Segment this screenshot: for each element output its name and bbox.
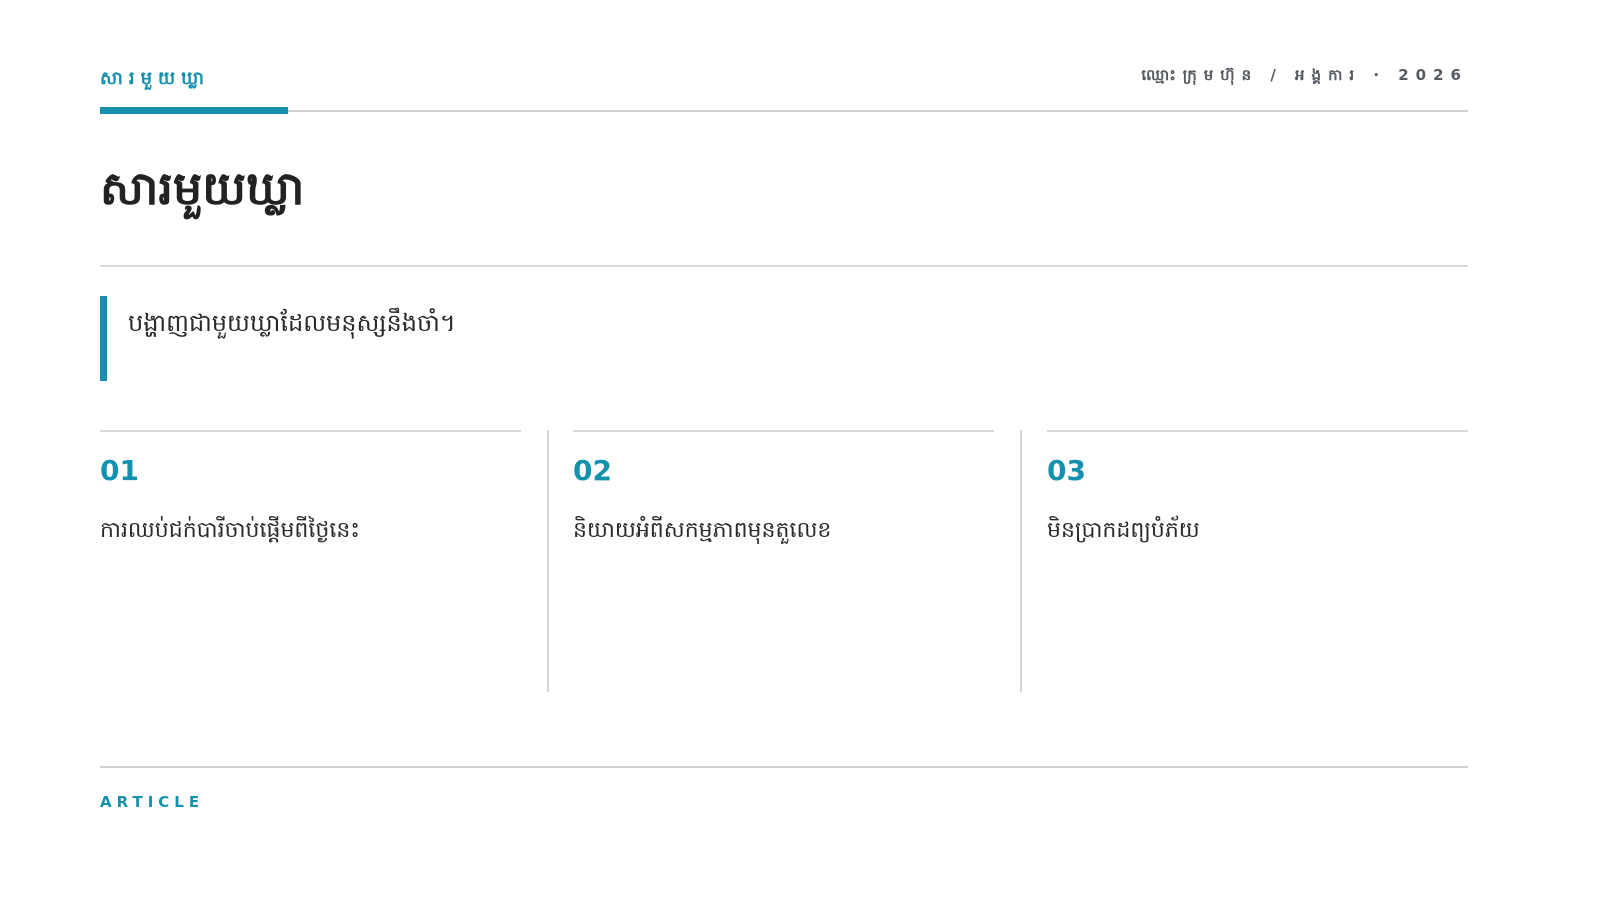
point-number: 03 bbox=[1047, 454, 1086, 487]
point-text: ការឈប់ជក់បារីចាប់ផ្តើមពីថ្ងៃនេះ bbox=[100, 518, 360, 543]
point-number: 01 bbox=[100, 454, 139, 487]
page-title: សារមួយឃ្លា bbox=[100, 161, 305, 215]
title-divider bbox=[100, 265, 1468, 267]
key-message-text: បង្ហាញជាមួយឃ្លាដែលមនុស្សនឹងចាំ។ bbox=[128, 309, 456, 337]
kicker-label: សារមួយឃ្លា bbox=[100, 68, 210, 89]
point-card: 02 និយាយអំពីសកម្មភាពមុនតួលេខ bbox=[573, 430, 994, 692]
organization-year: ឈ្មោះក្រុមហ៊ុន / អង្គការ · 2026 bbox=[1141, 66, 1468, 84]
point-text: មិនប្រាកដព្យបំភ័យ bbox=[1047, 518, 1200, 543]
top-bar: សារមួយឃ្លា ឈ្មោះក្រុមហ៊ុន / អង្គការ · 20… bbox=[100, 66, 1468, 96]
top-divider bbox=[100, 110, 1468, 112]
column-divider bbox=[547, 430, 549, 692]
key-message: បង្ហាញជាមួយឃ្លាដែលមនុស្សនឹងចាំ។ bbox=[100, 296, 1100, 381]
point-card: 01 ការឈប់ជក់បារីចាប់ផ្តើមពីថ្ងៃនេះ bbox=[100, 430, 521, 692]
bottom-divider bbox=[100, 766, 1468, 768]
quote-accent-bar bbox=[100, 296, 107, 381]
point-text: និយាយអំពីសកម្មភាពមុនតួលេខ bbox=[573, 518, 832, 543]
point-card: 03 មិនប្រាកដព្យបំភ័យ bbox=[1047, 430, 1468, 692]
points-columns: 01 ការឈប់ជក់បារីចាប់ផ្តើមពីថ្ងៃនេះ 02 និ… bbox=[100, 430, 1468, 692]
slide: សារមួយឃ្លា ឈ្មោះក្រុមហ៊ុន / អង្គការ · 20… bbox=[100, 0, 1468, 900]
column-divider bbox=[1020, 430, 1022, 692]
point-divider bbox=[100, 430, 521, 432]
top-accent-bar bbox=[100, 107, 288, 114]
point-divider bbox=[1047, 430, 1468, 432]
footer-label: ARTICLE bbox=[100, 793, 205, 811]
point-number: 02 bbox=[573, 454, 612, 487]
point-divider bbox=[573, 430, 994, 432]
